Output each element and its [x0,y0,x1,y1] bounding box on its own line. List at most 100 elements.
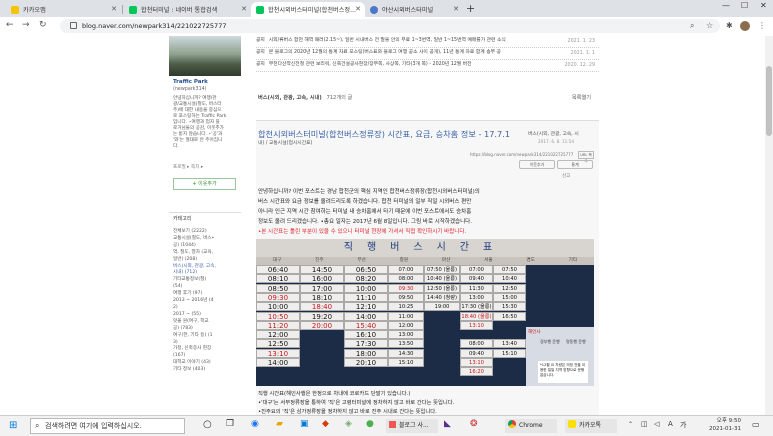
notice-row[interactable]: 공지 부천다산착신전철 관련 보리워, 신축건설공사현장/장부쪽, 사상쪽, 기타… [256,60,599,72]
naver-favicon-icon [129,5,137,14]
bookmark-star-icon[interactable]: ☆ [706,21,713,30]
timetable-cell: 10:40 (울릉) [424,274,460,284]
report-link[interactable]: 신고 [562,173,570,179]
blog-name[interactable]: Traffic Park [173,79,208,85]
timetable-cell: 14:30 [388,348,424,358]
copy-url-button[interactable]: URL 복사 [578,151,594,163]
taskbar-app-chrome[interactable]: Chrome [505,419,557,433]
close-tab-icon[interactable]: ✕ [453,5,459,13]
category-item[interactable]: 역, 철도, 열차 (교육, [173,250,216,257]
close-tab-icon[interactable]: ✕ [111,5,117,13]
tab-yasan-terminal[interactable]: 야산시외버스터미널 ✕ [365,2,463,17]
zoom-icon[interactable]: ⌕ [690,21,694,31]
board-col-label: 대구 [272,258,282,263]
notice-row[interactable]: 공지 본 블로그의 2020년 12월의 통계 자료 포스팅(버스표와 블로그 여… [256,48,599,60]
category-item[interactable]: 일반) (208) [173,257,216,264]
menu-kebab-icon[interactable]: ⋮ [758,21,766,30]
board-col-label: 경도 [526,258,535,263]
office-icon[interactable]: ◆ [322,419,329,429]
timetable-cell: 09:50 [388,292,424,302]
list-toggle-button[interactable]: 목록열기 [572,94,591,101]
post-category[interactable]: 버스(시외, 관광, 고속, 시 [528,130,579,137]
edge-icon[interactable]: ◉ [251,419,259,429]
timetable-cell: 15:10 [388,358,424,367]
reload-icon[interactable]: ↻ [39,20,47,30]
maximize-icon[interactable]: ☐ [741,1,748,10]
profile-link[interactable]: 프로필 ▸ 쪽지 ▸ [173,164,203,170]
caption-line: 직행 시간표(해인사행은 한정으로 차내에 코로카드 단말기 있습니다.) [258,391,411,397]
post-neighbor-add-button[interactable]: 이웃추가 [519,160,555,169]
category-item[interactable]: 공) (1044) [173,243,216,250]
file-explorer-icon[interactable]: ▰ [276,419,283,429]
timetable-cell: 13:40 [493,339,526,349]
new-tab-icon[interactable]: + [466,2,475,15]
ime-icon[interactable]: A [668,420,673,428]
category-item[interactable]: 여구(한, 기타 등) (1 [173,333,216,340]
timetable-photo: 직행버스시간표 대구 진주 부산 창원 마산 서울 경도 기타 06:40 14:50 06:50… [256,239,594,386]
timetable-cell: 12:50 [256,339,300,349]
close-tab-icon[interactable]: ✕ [241,5,247,13]
current-category[interactable]: 버스(시외, 관광, 고속, 시내) [258,95,322,101]
search-icon: ⌕ [35,421,40,430]
page-scrollbar[interactable] [765,36,773,415]
timetable-cell: 11:30 [460,283,493,293]
back-icon[interactable]: ← [6,20,14,30]
scrollbar-thumb[interactable] [766,66,772,136]
windows-start-icon[interactable]: ⊞ [9,420,17,431]
timetable-cell: 14:00 [256,358,300,367]
board-col-label: 부산 [357,258,366,263]
tray-chevron-icon[interactable]: ⌃ [628,421,633,428]
visual-studio-icon[interactable]: ◣ [444,419,451,429]
add-neighbor-button[interactable]: + 이웃추가 [173,178,236,190]
tab-label: 카카오맵 [23,7,46,14]
tab-blog-active[interactable]: 합천시외버스터미널(합천버스정... ✕ [251,2,365,17]
store-icon[interactable]: ▣ [300,419,309,429]
taskbar-clock[interactable]: 오후 9:50 2021-01-31 [696,417,741,433]
timetable-cell: 09:30 [256,292,300,302]
category-item[interactable]: 2017 ~ (55) [173,312,216,319]
browser-tab-bar: 카카오맵 ✕ 합천터미널 : 네이버 통합검색 ✕ 합천시외버스터미널(합천버스… [0,0,773,17]
app-icon[interactable]: ● [366,419,374,429]
category-item[interactable]: 2013 ~ 2016년 (4 [173,298,216,305]
caption-line: •'대구'는 서부정류장을 통하여 '직'은 고령터미널에 정차하지 않고 바로… [258,400,455,406]
ime-korean-icon[interactable]: 가 [680,420,686,430]
tab-kakaomap[interactable]: 카카오맵 ✕ [6,2,121,17]
blog-main: 공지 시외/류버스 합천 해역 패러(2.15~), 일반 시내버스 전 말을 안… [256,36,599,415]
profile-avatar[interactable] [740,21,750,31]
post-stats-button[interactable]: 통계 [557,160,593,169]
tab-naver-search[interactable]: 합천터미널 : 네이버 통합검색 ✕ [124,2,251,17]
address-bar[interactable]: blog.naver.com/newpark314/221022725777 [60,19,720,33]
timetable-cell: 16:50 [493,311,526,321]
timetable-cell: 19:00 [424,302,460,312]
app-icon[interactable]: ❂ [470,419,478,429]
browser-toolbar: ← → ↻ blog.naver.com/newpark314/22102272… [0,17,773,37]
category-item[interactable]: 전체보기 (2222) [173,229,216,236]
cortana-icon[interactable]: ○ [203,419,212,430]
network-icon[interactable]: ◫ [641,420,648,428]
taskbar-search-box[interactable]: ⌕ 검색하려면 여기에 입력하십시오. [30,418,185,434]
notification-icon[interactable]: ▭ [752,420,760,429]
close-tab-icon[interactable]: ✕ [355,5,361,13]
timetable-cell: 08:50 [256,283,300,293]
category-list: 전체보기 (2222) 교통시설(철도, 버스• 공) (1044) 역, 철도… [173,229,216,374]
category-item[interactable]: 기타 정보 (403) [173,367,216,374]
timetable-cell: 11:20 [256,320,300,330]
taskbar-app-kakaotalk[interactable]: 카카오톡 [565,419,617,433]
timetable-cell: 20:00 [300,320,344,330]
post-category-path[interactable]: 내) / 교통시설(업시시간표) [258,139,312,146]
category-item[interactable]: 2) [173,305,216,312]
volume-icon[interactable]: ◁ [654,420,659,428]
category-item[interactable]: 맛올 원(여구, 학교 [173,319,216,326]
notice-row[interactable]: 공지 시외/류버스 합천 해역 패러(2.15~), 일반 시내버스 전 말을 안… [256,36,599,48]
forward-icon[interactable]: → [22,20,30,30]
timetable-cell: 06:50 [344,265,388,274]
app-icon[interactable]: ◈ [345,419,352,429]
category-item[interactable]: 공) (783) [173,326,216,333]
task-view-icon[interactable]: ❐ [226,419,234,429]
minimize-icon[interactable]: — [722,1,730,10]
extensions-icon[interactable]: ✱ [726,21,733,30]
timetable-cell: 18:00 [344,348,388,358]
category-item[interactable]: 교통시설(철도, 버스• [173,236,216,243]
close-window-icon[interactable]: ✕ [760,1,767,10]
taskbar-app-blog[interactable]: 블로그 사... [386,419,438,433]
